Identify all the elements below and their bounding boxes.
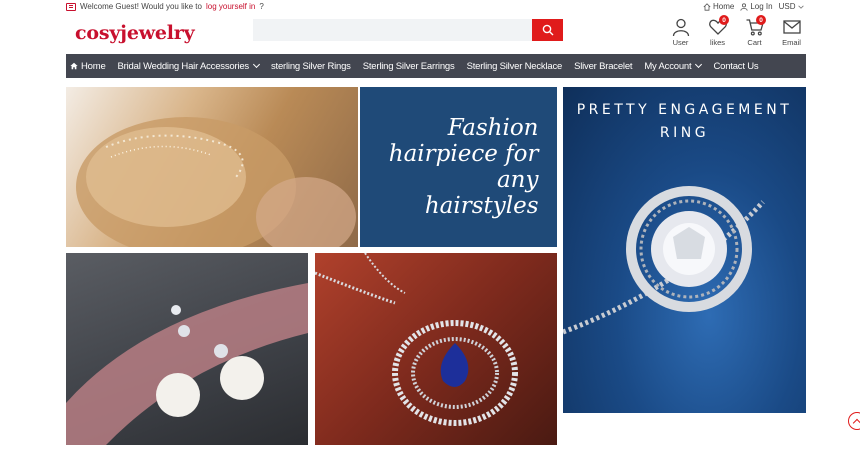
necklace-photo: [315, 253, 518, 426]
nav-label: Sterling Silver Earrings: [362, 60, 455, 72]
welcome-message: Welcome Guest! Would you like to log you…: [66, 2, 264, 11]
email-button[interactable]: Email: [773, 17, 810, 47]
nav-label: Home: [81, 60, 106, 72]
chevron-down-icon: [252, 60, 261, 69]
chevron-down-icon: [695, 60, 703, 69]
nav-label: Contact Us: [713, 60, 759, 72]
nav-label: My Account: [644, 60, 692, 72]
nav-item-account[interactable]: My Account: [638, 61, 707, 72]
login-link[interactable]: log yourself in: [206, 2, 255, 11]
hair-photo: [76, 117, 356, 247]
nav-item-bracelet[interactable]: Sliver Bracelet: [568, 61, 638, 72]
user-small-icon: [740, 2, 748, 11]
hairpiece-banner-panel[interactable]: Fashion hairpiece for any hairstyles: [360, 87, 557, 247]
nav-item-necklace[interactable]: Sterling Silver Necklace: [461, 61, 569, 72]
top-login-label: Log In: [750, 2, 773, 11]
top-links: Home Log In USD: [703, 2, 805, 11]
user-button[interactable]: User: [662, 17, 699, 47]
main-nav: Home Bridal Wedding Hair Accessories ste…: [66, 54, 806, 78]
necklace-banner[interactable]: [315, 253, 557, 445]
likes-badge: 0: [719, 15, 729, 25]
chevron-down-icon: [798, 5, 805, 9]
email-label: Email: [782, 38, 801, 47]
user-label: User: [672, 38, 689, 47]
welcome-suffix: ?: [259, 2, 264, 11]
top-login-link[interactable]: Log In: [740, 2, 773, 11]
top-home-link[interactable]: Home: [703, 2, 734, 11]
nav-item-home[interactable]: Home: [66, 61, 112, 72]
pearl-earrings-banner[interactable]: [66, 253, 308, 445]
user-icon: [672, 18, 689, 37]
hairpiece-banner-text: Fashion hairpiece for any hairstyles: [388, 115, 539, 219]
top-home-label: Home: [713, 2, 735, 11]
nav-item-contact[interactable]: Contact Us: [707, 61, 764, 72]
engagement-ring-banner[interactable]: PRETTY ENGAGEMENT RING: [563, 87, 806, 413]
header-icons: User 0 likes 0 Cart Email: [662, 15, 810, 47]
search-button[interactable]: [532, 19, 563, 41]
envelope-icon: [782, 20, 801, 34]
scroll-to-top-button[interactable]: [848, 412, 860, 430]
cart-button[interactable]: 0 Cart: [736, 15, 773, 47]
cart-badge: 0: [756, 15, 766, 25]
likes-label: likes: [709, 38, 725, 47]
nav-item-bridal[interactable]: Bridal Wedding Hair Accessories: [112, 61, 265, 72]
nav-label: Bridal Wedding Hair Accessories: [117, 60, 250, 72]
earrings-photo: [66, 283, 308, 445]
ring-photo: [563, 186, 765, 335]
nav-label: Sliver Bracelet: [574, 60, 633, 72]
nav-label: Sterling Silver Necklace: [466, 60, 563, 72]
search-input[interactable]: [253, 19, 532, 41]
site-logo[interactable]: cosyjewelry: [75, 22, 195, 44]
welcome-text: Welcome Guest! Would you like to: [80, 2, 202, 11]
nav-item-earrings[interactable]: Sterling Silver Earrings: [357, 61, 461, 72]
cart-label: Cart: [747, 38, 762, 47]
home-icon: [70, 62, 78, 70]
nav-item-rings[interactable]: sterling Silver Rings: [265, 61, 357, 72]
likes-button[interactable]: 0 likes: [699, 15, 736, 47]
message-icon: [66, 2, 76, 11]
currency-select[interactable]: USD: [779, 2, 806, 11]
top-bar: Welcome Guest! Would you like to log you…: [0, 0, 860, 14]
search-icon: [542, 24, 553, 36]
currency-label: USD: [778, 2, 796, 11]
home-icon: [703, 2, 711, 11]
nav-label: sterling Silver Rings: [270, 60, 351, 72]
hairpiece-banner-image[interactable]: [66, 87, 358, 247]
search-bar: [253, 19, 563, 41]
